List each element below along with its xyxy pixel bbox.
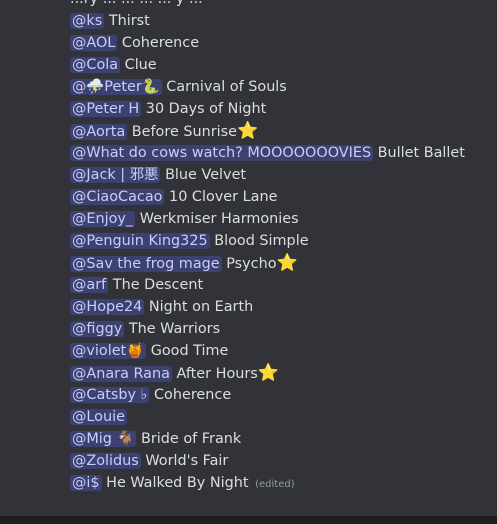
user-mention[interactable]: @Mig 🐐 [70, 431, 137, 447]
message-content: ...ry ... ... ... ... y ... @ks Thirst@A… [70, 0, 497, 494]
star-icon: ⭐ [276, 253, 298, 273]
movie-title: Blue Velvet [165, 167, 247, 183]
message-line: @Jack | 邪悪 Blue Velvet [70, 164, 497, 186]
movie-title: Carnival of Souls [166, 79, 287, 95]
user-mention[interactable]: @Aorta [70, 124, 128, 140]
user-mention[interactable]: @What do cows watch? MOOOOOOOVIES [70, 145, 374, 161]
user-mention[interactable]: @Zolidus [70, 453, 141, 469]
movie-title: Coherence [154, 387, 232, 403]
user-mention[interactable]: @CiaoCacao [70, 189, 165, 205]
message-line: @CiaoCacao 10 Clover Lane [70, 186, 497, 208]
message-line: @⛈️Peter🐍 Carnival of Souls [70, 76, 497, 98]
message-line: @AOL Coherence [70, 32, 497, 54]
movie-title: He Walked By Night [106, 475, 249, 491]
message-line: @What do cows watch? MOOOOOOOVIES Bullet… [70, 142, 497, 164]
movie-title: Psycho [226, 256, 277, 272]
user-mention[interactable]: @violet🍯 [70, 343, 147, 359]
movie-title: 30 Days of Night [145, 101, 267, 117]
movie-title: Thirst [108, 13, 150, 29]
user-mention[interactable]: @ks [70, 13, 105, 29]
movie-title: Night on Earth [148, 299, 254, 315]
message-line: @Louie [70, 406, 497, 428]
message-line: @Aorta Before Sunrise⭐ [70, 120, 497, 142]
movie-title: 10 Clover Lane [169, 189, 278, 205]
star-icon: ⭐ [257, 363, 279, 383]
user-mention[interactable]: @Jack | 邪悪 [70, 167, 161, 183]
user-mention[interactable]: @⛈️Peter🐍 [70, 79, 162, 95]
user-mention[interactable]: @arf [70, 277, 109, 293]
message-line: @Penguin King325 Blood Simple [70, 230, 497, 252]
user-mention[interactable]: @Catsby ♭ [70, 387, 150, 403]
message-line: @violet🍯 Good Time [70, 340, 497, 362]
user-mention[interactable]: @i$ [70, 475, 102, 491]
message-line: @Mig 🐐 Bride of Frank [70, 428, 497, 450]
user-mention[interactable]: @Peter H [70, 101, 142, 117]
message-line: @Anara Rana After Hours⭐ [70, 362, 497, 384]
star-icon: ⭐ [237, 121, 259, 141]
message-line: @Peter H 30 Days of Night [70, 98, 497, 120]
message-line: @Sav the frog mage Psycho⭐ [70, 252, 497, 274]
movie-title: Before Sunrise [131, 124, 238, 140]
movie-title: World's Fair [145, 453, 229, 469]
user-mention[interactable]: @Hope24 [70, 299, 145, 315]
message-line: @Enjoy_ Werkmiser Harmonies [70, 208, 497, 230]
message-line: @i$ He Walked By Night (edited) [70, 472, 497, 494]
movie-title: Good Time [150, 343, 229, 359]
movie-title: The Warriors [128, 321, 221, 337]
movie-title: Bullet Ballet [377, 145, 465, 161]
movie-title: After Hours [176, 366, 258, 382]
movie-title: Bride of Frank [141, 431, 242, 447]
partial-top-line: ...ry ... ... ... ... y ... [70, 0, 497, 10]
movie-title: Blood Simple [214, 233, 309, 249]
user-mention[interactable]: @Anara Rana [70, 366, 172, 382]
user-mention[interactable]: @Cola [70, 57, 121, 73]
message-line: @Cola Clue [70, 54, 497, 76]
movie-title: Coherence [121, 35, 200, 51]
movie-title: Clue [124, 57, 157, 73]
movie-title: The Descent [112, 277, 204, 293]
user-mention[interactable]: @Louie [70, 409, 127, 425]
message-line: @arf The Descent [70, 274, 497, 296]
message-line: @Hope24 Night on Earth [70, 296, 497, 318]
bottom-bar [0, 516, 497, 524]
message-line: @ks Thirst [70, 10, 497, 32]
message-line: @Catsby ♭ Coherence [70, 384, 497, 406]
edited-label: (edited) [255, 479, 295, 490]
message-line: @Zolidus World's Fair [70, 450, 497, 472]
user-mention[interactable]: @figgy [70, 321, 125, 337]
user-mention[interactable]: @Enjoy_ [70, 211, 136, 227]
movie-title: Werkmiser Harmonies [139, 211, 299, 227]
user-mention[interactable]: @AOL [70, 35, 118, 51]
user-mention[interactable]: @Penguin King325 [70, 233, 210, 249]
message-line: @figgy The Warriors [70, 318, 497, 340]
user-mention[interactable]: @Sav the frog mage [70, 256, 222, 272]
